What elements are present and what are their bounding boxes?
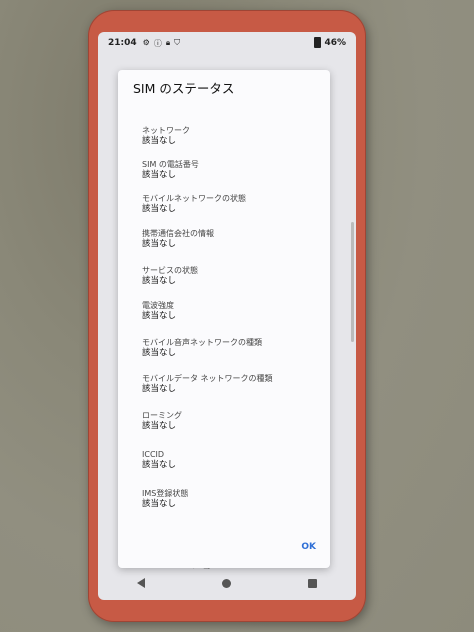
home-icon[interactable] [221,578,231,588]
field-value: 該当なし [142,239,177,249]
recents-icon[interactable] [308,578,318,588]
field-network: ネットワーク 該当なし [142,125,190,147]
sim-status-dialog: SIM のステータス ネットワーク 該当なし SIM の電話番号 該当なし モバ… [118,70,330,568]
back-icon[interactable] [136,578,145,588]
shield-icon: ⛉ [174,37,181,47]
field-label: ネットワーク [142,126,190,135]
field-value: 該当なし [142,276,177,286]
field-data-network-type: モバイルデータ ネットワークの種類 該当なし [142,373,273,395]
info-icon: ⓘ [153,38,162,48]
gear-icon: ⚙ [142,37,150,47]
field-value: 該当なし [142,311,177,321]
field-voice-network-type: モバイル音声ネットワークの種類 該当なし [142,337,262,359]
field-ims-registration: IMS登録状態 該当なし [142,488,188,510]
field-value: 該当なし [142,499,177,509]
lock-icon: 🔒︎ [165,37,171,47]
field-label: 携帯通信会社の情報 [142,229,214,238]
field-label: ローミング [142,411,182,420]
field-carrier-info: 携帯通信会社の情報 該当なし [142,228,214,250]
screen: 21:04 ⚙ ⓘ 🔒︎ ⛉ 46% Android バージョン SIM のステ… [98,32,356,600]
field-value: 該当なし [142,136,177,146]
field-service-state: サービスの状態 該当なし [142,265,198,287]
field-value: 該当なし [142,460,177,470]
field-value: 該当なし [142,384,177,394]
field-iccid: ICCID 該当なし [142,449,176,471]
status-icons: ⚙ ⓘ 🔒︎ ⛉ [143,38,180,49]
field-value: 該当なし [142,421,177,431]
field-label: SIM の電話番号 [142,160,199,169]
battery-level: 46% [324,37,346,48]
navigation-bar [98,566,356,600]
field-label: ICCID [142,450,165,459]
field-label: IMS登録状態 [142,489,189,498]
field-mobile-network-state: モバイルネットワークの状態 該当なし [142,193,246,215]
battery-icon [314,37,322,48]
field-signal-strength: 電波強度 該当なし [142,300,176,322]
ok-button[interactable]: OK [301,542,316,552]
dialog-title: SIM のステータス [133,81,235,96]
battery-indicator: 46% [314,37,346,48]
field-value: 該当なし [142,348,177,358]
field-roaming: ローミング 該当なし [142,410,182,432]
field-label: モバイルデータ ネットワークの種類 [142,374,273,383]
status-time: 21:04 [108,38,137,48]
phone-body: 21:04 ⚙ ⓘ 🔒︎ ⛉ 46% Android バージョン SIM のステ… [88,10,366,622]
field-label: サービスの状態 [142,266,198,275]
field-label: モバイル音声ネットワークの種類 [142,338,262,347]
status-bar: 21:04 ⚙ ⓘ 🔒︎ ⛉ 46% [98,32,356,54]
field-value: 該当なし [142,170,177,180]
field-label: 電波強度 [142,301,174,310]
scrollbar[interactable] [351,222,354,342]
field-value: 該当なし [142,204,177,214]
field-sim-phone-number: SIM の電話番号 該当なし [142,159,199,181]
field-label: モバイルネットワークの状態 [142,194,246,203]
